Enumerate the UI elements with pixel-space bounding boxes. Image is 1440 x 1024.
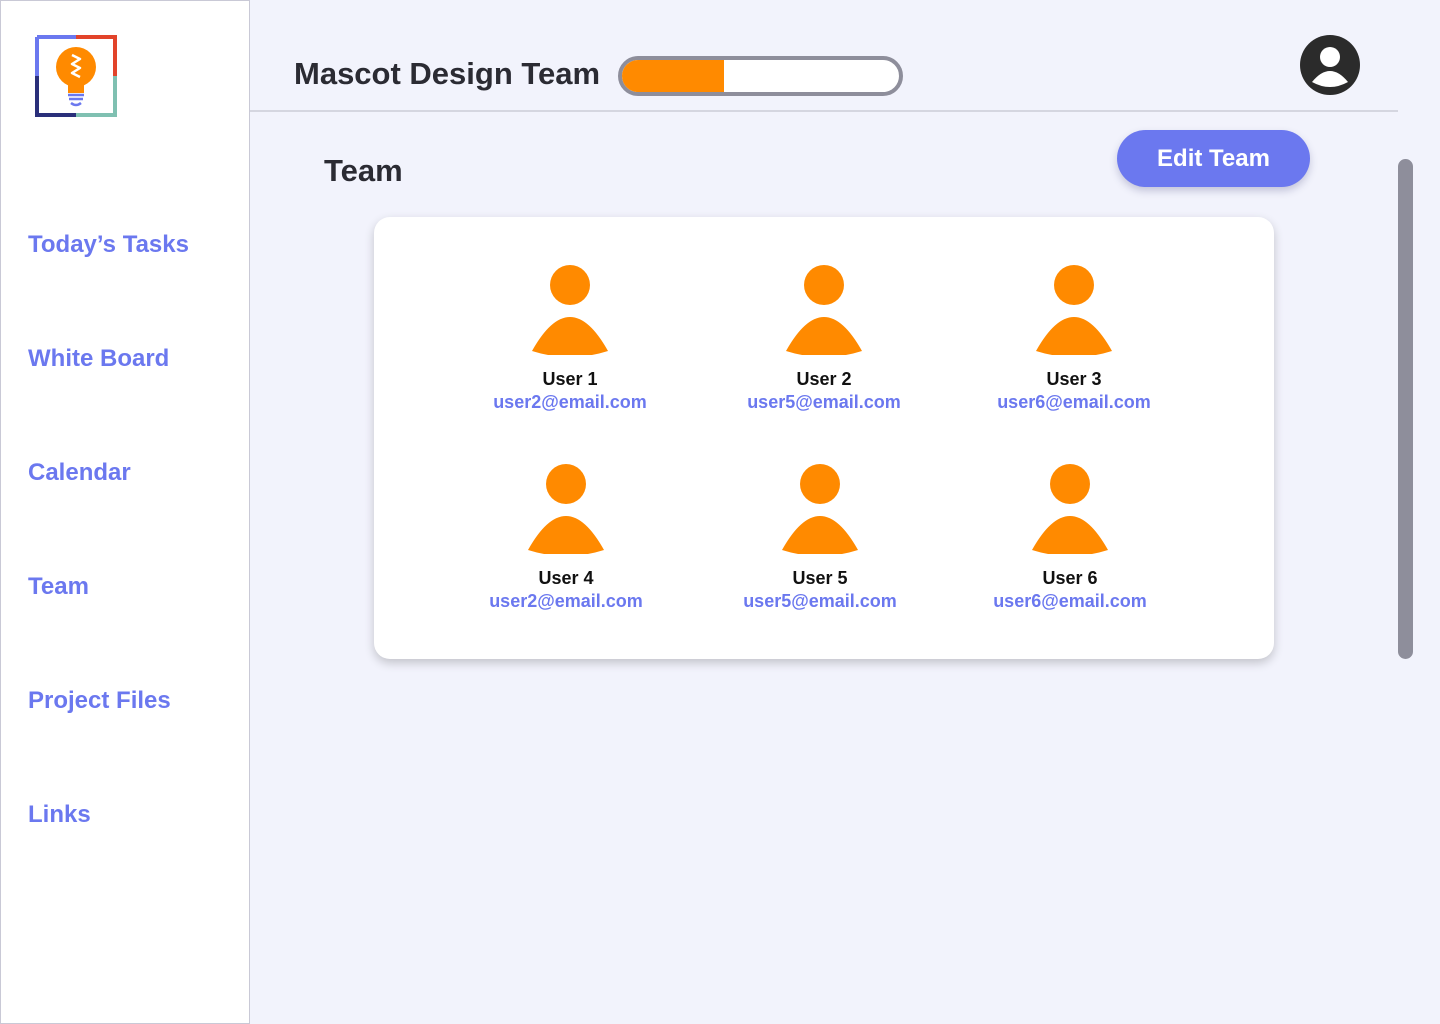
member-email[interactable]: user5@email.com (720, 591, 920, 612)
sidebar-item-white-board[interactable]: White Board (28, 345, 169, 373)
team-member-6[interactable]: User 6 user6@email.com (970, 462, 1170, 612)
sidebar-item-project-files[interactable]: Project Files (28, 687, 171, 715)
user-icon (1036, 265, 1112, 355)
member-email[interactable]: user2@email.com (470, 392, 670, 413)
user-icon (532, 265, 608, 355)
sidebar-item-todays-tasks[interactable]: Today’s Tasks (28, 231, 189, 259)
user-avatar-icon[interactable] (1299, 34, 1361, 96)
progress-bar-fill (622, 60, 725, 92)
sidebar-item-links[interactable]: Links (28, 801, 91, 829)
user-icon (1032, 464, 1108, 554)
header-divider (250, 110, 1398, 112)
team-member-1[interactable]: User 1 user2@email.com (470, 263, 670, 413)
sidebar: Today’s Tasks White Board Calendar Team … (0, 0, 250, 1024)
scrollbar[interactable] (1398, 159, 1413, 659)
user-icon (528, 464, 604, 554)
sidebar-item-calendar[interactable]: Calendar (28, 459, 131, 487)
member-email[interactable]: user2@email.com (466, 591, 666, 612)
team-member-5[interactable]: User 5 user5@email.com (720, 462, 920, 612)
member-email[interactable]: user6@email.com (974, 392, 1174, 413)
member-name: User 1 (542, 369, 598, 389)
section-title: Team (324, 153, 403, 188)
team-member-2[interactable]: User 2 user5@email.com (724, 263, 924, 413)
user-icon (786, 265, 862, 355)
user-icon (782, 464, 858, 554)
sidebar-item-team[interactable]: Team (28, 573, 89, 601)
page-title: Mascot Design Team (294, 56, 601, 91)
member-email[interactable]: user5@email.com (724, 392, 924, 413)
member-name: User 5 (792, 568, 848, 588)
team-member-3[interactable]: User 3 user6@email.com (974, 263, 1174, 413)
edit-team-button[interactable]: Edit Team (1117, 130, 1310, 187)
team-card: User 1 user2@email.com User 2 user5@emai… (374, 217, 1274, 659)
member-name: User 3 (1046, 369, 1102, 389)
member-name: User 6 (1042, 568, 1098, 588)
progress-bar (618, 56, 903, 96)
member-name: User 4 (538, 568, 594, 588)
team-member-4[interactable]: User 4 user2@email.com (466, 462, 666, 612)
member-name: User 2 (796, 369, 852, 389)
member-email[interactable]: user6@email.com (970, 591, 1170, 612)
lightbulb-logo-icon[interactable] (35, 35, 117, 117)
